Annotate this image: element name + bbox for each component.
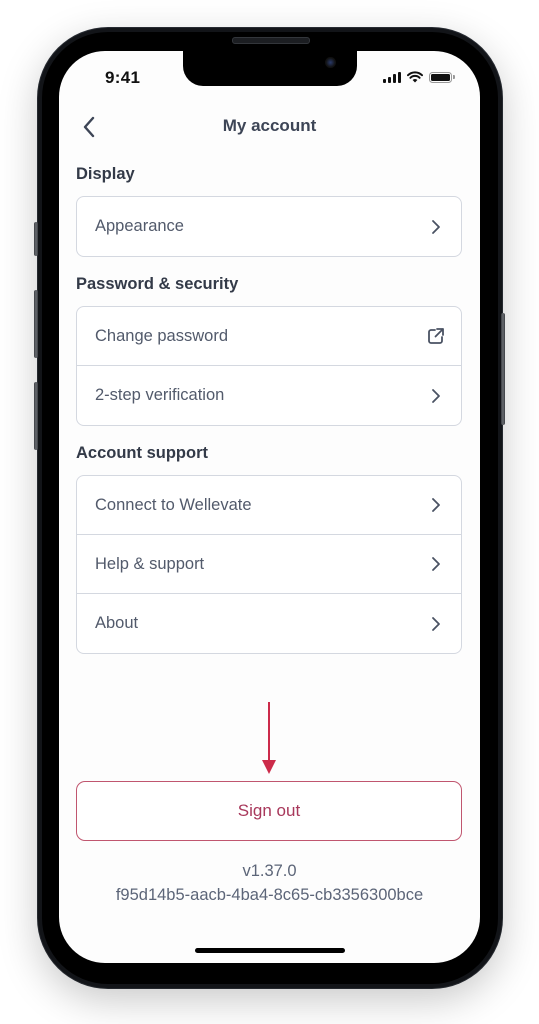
page-title: My account [222, 116, 317, 135]
wifi-icon [407, 71, 423, 83]
chevron-right-icon [427, 218, 445, 236]
section-title-display: Display [76, 165, 135, 183]
list-item-change-password[interactable]: Change password [77, 307, 461, 366]
display-card: Appearance [76, 196, 462, 257]
external-link-icon [427, 327, 445, 345]
power-button [501, 313, 505, 425]
list-item-label: Help & support [95, 554, 205, 573]
home-indicator[interactable] [195, 948, 345, 953]
status-icons [383, 71, 455, 83]
list-item-appearance[interactable]: Appearance [77, 197, 461, 256]
earpiece-speaker [232, 37, 310, 44]
list-item-label: About [95, 614, 139, 632]
status-time: 9:41 [105, 68, 141, 87]
list-item-label: Change password [95, 326, 228, 345]
list-item-2-step-verification[interactable]: 2-step verification [77, 366, 461, 425]
navigation-bar: My account [59, 111, 480, 143]
chevron-right-icon [427, 496, 445, 514]
account-support-card: Connect to Wellevate Help & support Abou… [76, 475, 462, 654]
notch [183, 51, 357, 86]
chevron-right-icon [427, 615, 445, 633]
build-id: f95d14b5-aacb-4ba4-8c65-cb3356300bce [115, 886, 424, 904]
list-item-help-support[interactable]: Help & support [77, 535, 461, 594]
battery-icon [429, 71, 455, 83]
volume-up-button [34, 290, 38, 358]
section-title-password-security: Password & security [76, 275, 239, 293]
list-item-label: 2-step verification [95, 386, 225, 404]
chevron-right-icon [427, 555, 445, 573]
sign-out-button[interactable]: Sign out [76, 781, 462, 841]
arrow-down-icon [262, 702, 276, 774]
list-item-connect-to-wellevate[interactable]: Connect to Wellevate [77, 476, 461, 535]
volume-down-button [34, 382, 38, 450]
list-item-label: Appearance [95, 217, 184, 235]
chevron-right-icon [427, 387, 445, 405]
sign-out-label: Sign out [237, 801, 301, 820]
app-screen: 9:41 My account Display Appearance Passw… [59, 51, 480, 963]
cellular-signal-icon [383, 71, 401, 83]
list-item-label: Connect to Wellevate [95, 495, 252, 514]
section-title-account-support: Account support [76, 444, 208, 462]
front-camera [325, 57, 336, 68]
list-item-about[interactable]: About [77, 594, 461, 653]
app-version: v1.37.0 [242, 862, 297, 880]
silent-switch [34, 222, 38, 256]
password-security-card: Change password 2-step verification [76, 306, 462, 426]
